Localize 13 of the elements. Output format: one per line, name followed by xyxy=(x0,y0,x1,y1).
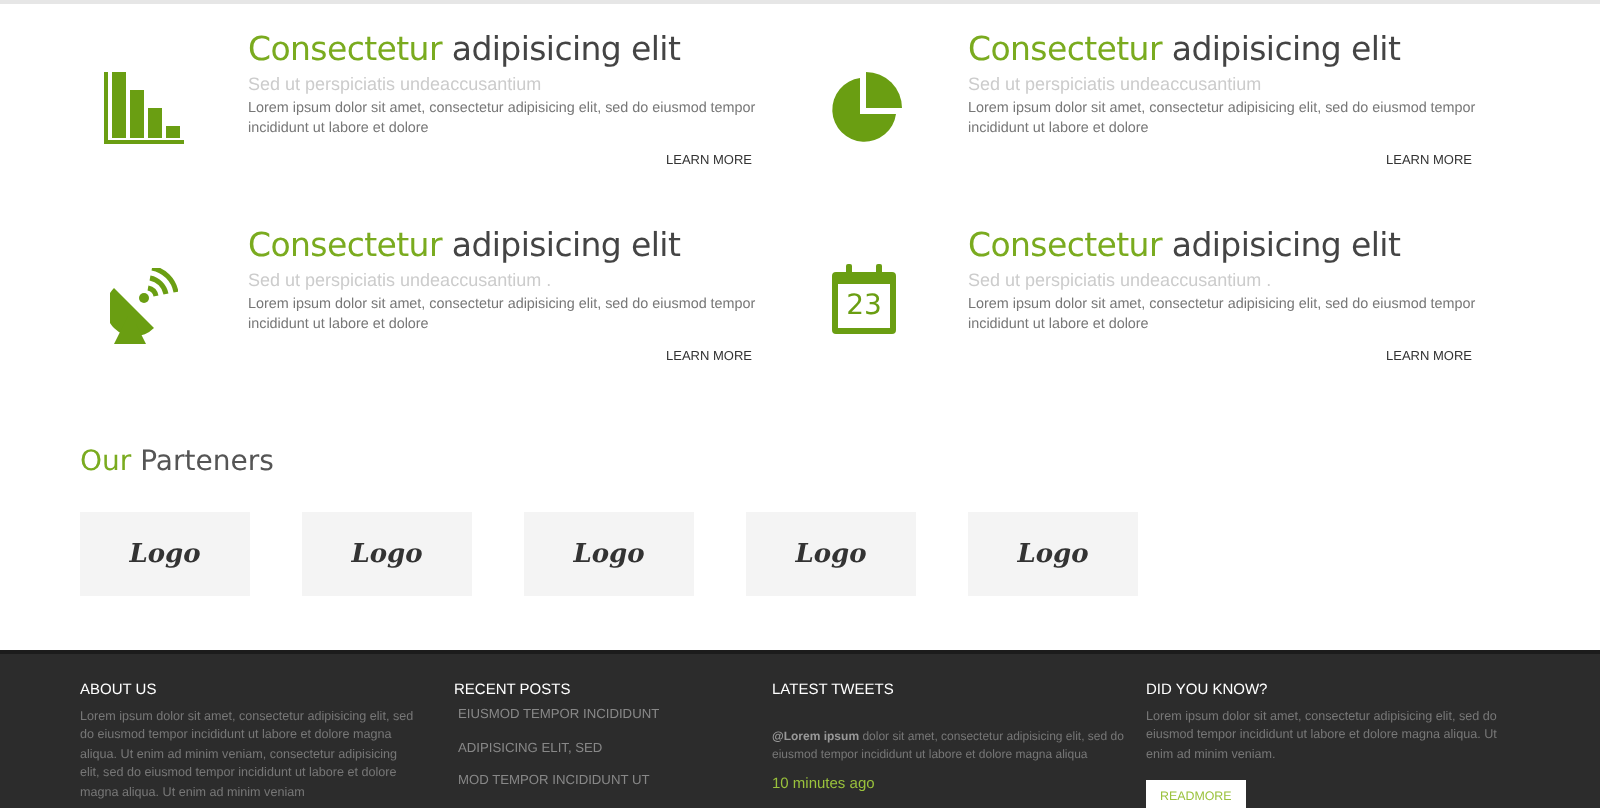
partner-logo[interactable]: Logo xyxy=(302,512,472,596)
partner-logo[interactable]: Logo xyxy=(746,512,916,596)
feature-title: Consectetur adipisicing elit xyxy=(968,30,1403,68)
partner-logo[interactable]: Logo xyxy=(968,512,1138,596)
feature-title: Consectetur adipisicing elit xyxy=(968,226,1403,264)
partner-logo[interactable]: Logo xyxy=(80,512,250,596)
partners-heading: Our Parteners xyxy=(80,446,276,478)
pie-chart-icon xyxy=(826,72,902,148)
feature-title: Consectetur adipisicing elit xyxy=(248,30,683,68)
feature-title: Consectetur adipisicing elit xyxy=(248,226,683,264)
bar-chart-icon xyxy=(104,72,184,144)
partner-logo[interactable]: Logo xyxy=(524,512,694,596)
satellite-dish-icon xyxy=(110,268,178,344)
